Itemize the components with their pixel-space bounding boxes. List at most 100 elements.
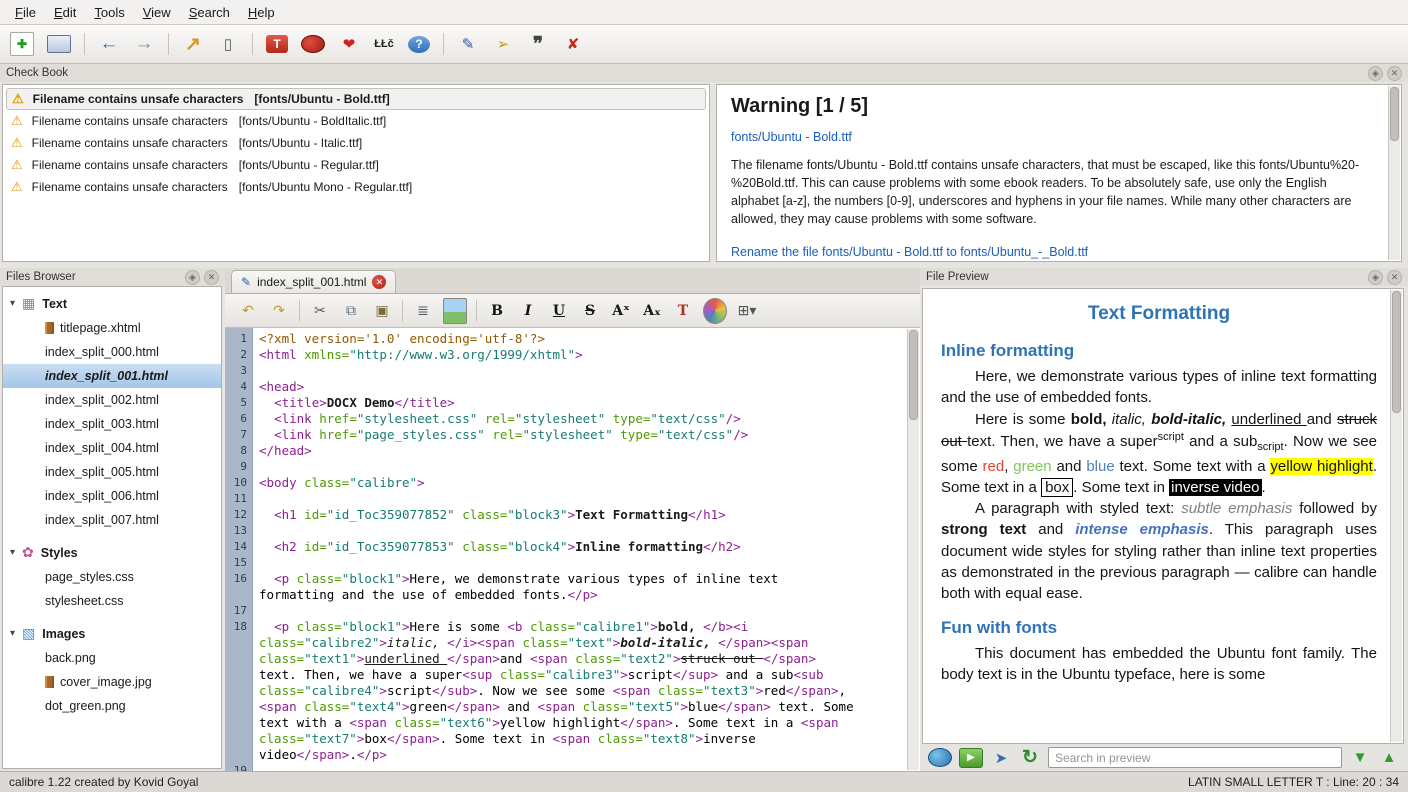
back-icon[interactable]: ←: [98, 31, 120, 57]
code-line: <title>DOCX Demo</title>: [252, 395, 907, 411]
insert-text-icon[interactable]: ≣: [412, 299, 434, 323]
check-book-panel: Check Book ◈ ✕ ⚠Filename contains unsafe…: [0, 64, 1408, 268]
file-item[interactable]: index_split_002.html: [3, 388, 221, 412]
sync-preview-icon[interactable]: ➤: [990, 745, 1012, 771]
run-preview-icon[interactable]: ▶: [959, 748, 983, 768]
line-number: [225, 667, 252, 683]
copy-icon[interactable]: ⧉: [340, 299, 362, 323]
code-row: 12 <h1 id="id_Toc359077852" class="block…: [225, 507, 907, 523]
paste-icon[interactable]: ▣: [371, 299, 393, 323]
font-icon[interactable]: T: [266, 35, 288, 53]
preview-doc-paragraph: Here is some bold, italic, bold-italic, …: [941, 409, 1377, 499]
file-item[interactable]: stylesheet.css: [3, 589, 221, 613]
code-row: 1<?xml version='1.0' encoding='utf-8'?>: [225, 331, 907, 347]
file-item[interactable]: index_split_005.html: [3, 460, 221, 484]
section-styles[interactable]: ▾✿Styles: [3, 540, 221, 565]
check-book-icon[interactable]: [301, 35, 325, 53]
warning-row[interactable]: ⚠Filename contains unsafe characters[fon…: [6, 88, 706, 110]
code-line: [252, 763, 907, 771]
main-toolbar: ✚ ← → ↗ ▯ T ❤ ŁŁč? ✎ ➢ ❞ ✘: [0, 25, 1408, 64]
underline-button[interactable]: U: [548, 299, 570, 323]
close-panel-icon[interactable]: ✕: [204, 270, 219, 285]
warning-row[interactable]: ⚠Filename contains unsafe characters[fon…: [6, 110, 706, 132]
file-item[interactable]: index_split_003.html: [3, 412, 221, 436]
scrollbar[interactable]: [1390, 290, 1402, 742]
undock-panel-icon[interactable]: ◈: [1368, 270, 1383, 285]
code-row: 5 <title>DOCX Demo</title>: [225, 395, 907, 411]
scrollbar[interactable]: [907, 329, 919, 770]
special-characters-icon[interactable]: ŁŁč: [373, 31, 395, 57]
files-browser-title: Files Browser: [6, 271, 181, 283]
warning-row[interactable]: ⚠Filename contains unsafe characters[fon…: [6, 176, 706, 198]
menu-file[interactable]: File: [6, 3, 45, 22]
section-images[interactable]: ▾▧Images: [3, 621, 221, 646]
warning-row[interactable]: ⚠Filename contains unsafe characters[fon…: [6, 154, 706, 176]
new-file-icon[interactable]: ✚: [10, 32, 34, 56]
scrollbar[interactable]: [1388, 86, 1400, 260]
check-book-panel-header: Check Book ◈ ✕: [0, 64, 1408, 82]
italic-button[interactable]: I: [517, 299, 539, 323]
menu-view[interactable]: View: [134, 3, 180, 22]
toolbar-separator: [84, 33, 85, 55]
code-editor[interactable]: 1<?xml version='1.0' encoding='utf-8'?>2…: [225, 328, 920, 771]
warning-icon: ⚠: [11, 135, 23, 151]
superscript-button[interactable]: Aˣ: [610, 299, 632, 323]
main-area: Files Browser ◈ ✕ ▾▦Texttitlepage.xhtmli…: [0, 268, 1408, 771]
section-text[interactable]: ▾▦Text: [3, 291, 221, 316]
tts-icon[interactable]: ➢: [492, 31, 514, 57]
insert-image-icon[interactable]: [443, 298, 467, 324]
warning-row[interactable]: ⚠Filename contains unsafe characters[fon…: [6, 132, 706, 154]
undock-panel-icon[interactable]: ◈: [185, 270, 200, 285]
menu-search[interactable]: Search: [180, 3, 239, 22]
find-next-icon[interactable]: ▼: [1349, 745, 1371, 771]
file-item[interactable]: index_split_006.html: [3, 484, 221, 508]
tab-index-split-001[interactable]: ✎ index_split_001.html ✕: [231, 270, 396, 293]
file-item[interactable]: page_styles.css: [3, 565, 221, 589]
warning-icon: ⚠: [11, 113, 23, 129]
strikethrough-button[interactable]: S: [579, 299, 601, 323]
close-panel-icon[interactable]: ✕: [1387, 66, 1402, 81]
mobile-preview-icon[interactable]: ▯: [217, 31, 239, 57]
redo-icon[interactable]: ↷: [268, 299, 290, 323]
file-item[interactable]: back.png: [3, 646, 221, 670]
remove-unused-icon[interactable]: ✘: [562, 31, 584, 57]
file-item[interactable]: titlepage.xhtml: [3, 316, 221, 340]
warning-file-link[interactable]: fonts/Ubuntu - Bold.ttf: [731, 130, 852, 144]
line-number: 6: [225, 411, 252, 427]
subscript-button[interactable]: Aₓ: [641, 299, 663, 323]
find-previous-icon[interactable]: ▲: [1378, 745, 1400, 771]
menu-edit[interactable]: Edit: [45, 3, 85, 22]
preview-doc-heading: Inline formatting: [941, 341, 1377, 361]
file-item[interactable]: cover_image.jpg: [3, 670, 221, 694]
cut-icon[interactable]: ✂: [309, 299, 331, 323]
file-item[interactable]: dot_green.png: [3, 694, 221, 718]
line-number: 8: [225, 443, 252, 459]
file-item[interactable]: index_split_007.html: [3, 508, 221, 532]
toc-icon[interactable]: ✎: [457, 31, 479, 57]
fix-html-icon[interactable]: ↗: [182, 31, 204, 57]
code-line: <h1 id="id_Toc359077852" class="block3">…: [252, 507, 907, 523]
undo-icon[interactable]: ↶: [237, 299, 259, 323]
close-tab-icon[interactable]: ✕: [372, 275, 386, 289]
file-item[interactable]: index_split_000.html: [3, 340, 221, 364]
forward-icon[interactable]: →: [133, 31, 155, 57]
font-style-button[interactable]: T: [672, 299, 694, 323]
save-icon[interactable]: [47, 35, 71, 53]
donate-icon[interactable]: ❤: [338, 31, 360, 57]
warning-fix-link[interactable]: Rename the file fonts/Ubuntu - Bold.ttf …: [731, 245, 1088, 259]
color-button[interactable]: [703, 298, 727, 324]
file-item[interactable]: index_split_001.html: [3, 364, 221, 388]
preview-search-input[interactable]: [1048, 747, 1342, 768]
bold-button[interactable]: B: [486, 299, 508, 323]
menu-help[interactable]: Help: [239, 3, 284, 22]
undock-panel-icon[interactable]: ◈: [1368, 66, 1383, 81]
menu-tools[interactable]: Tools: [85, 3, 133, 22]
help-icon[interactable]: ?: [408, 36, 430, 53]
close-panel-icon[interactable]: ✕: [1387, 270, 1402, 285]
code-content[interactable]: 1<?xml version='1.0' encoding='utf-8'?>2…: [225, 331, 907, 771]
insert-table-button[interactable]: ⊞▾: [736, 299, 758, 323]
refresh-preview-icon[interactable]: ↻: [1019, 745, 1041, 771]
smarten-punctuation-icon[interactable]: ❞: [527, 31, 549, 57]
file-item[interactable]: index_split_004.html: [3, 436, 221, 460]
open-in-browser-icon[interactable]: [928, 748, 952, 767]
